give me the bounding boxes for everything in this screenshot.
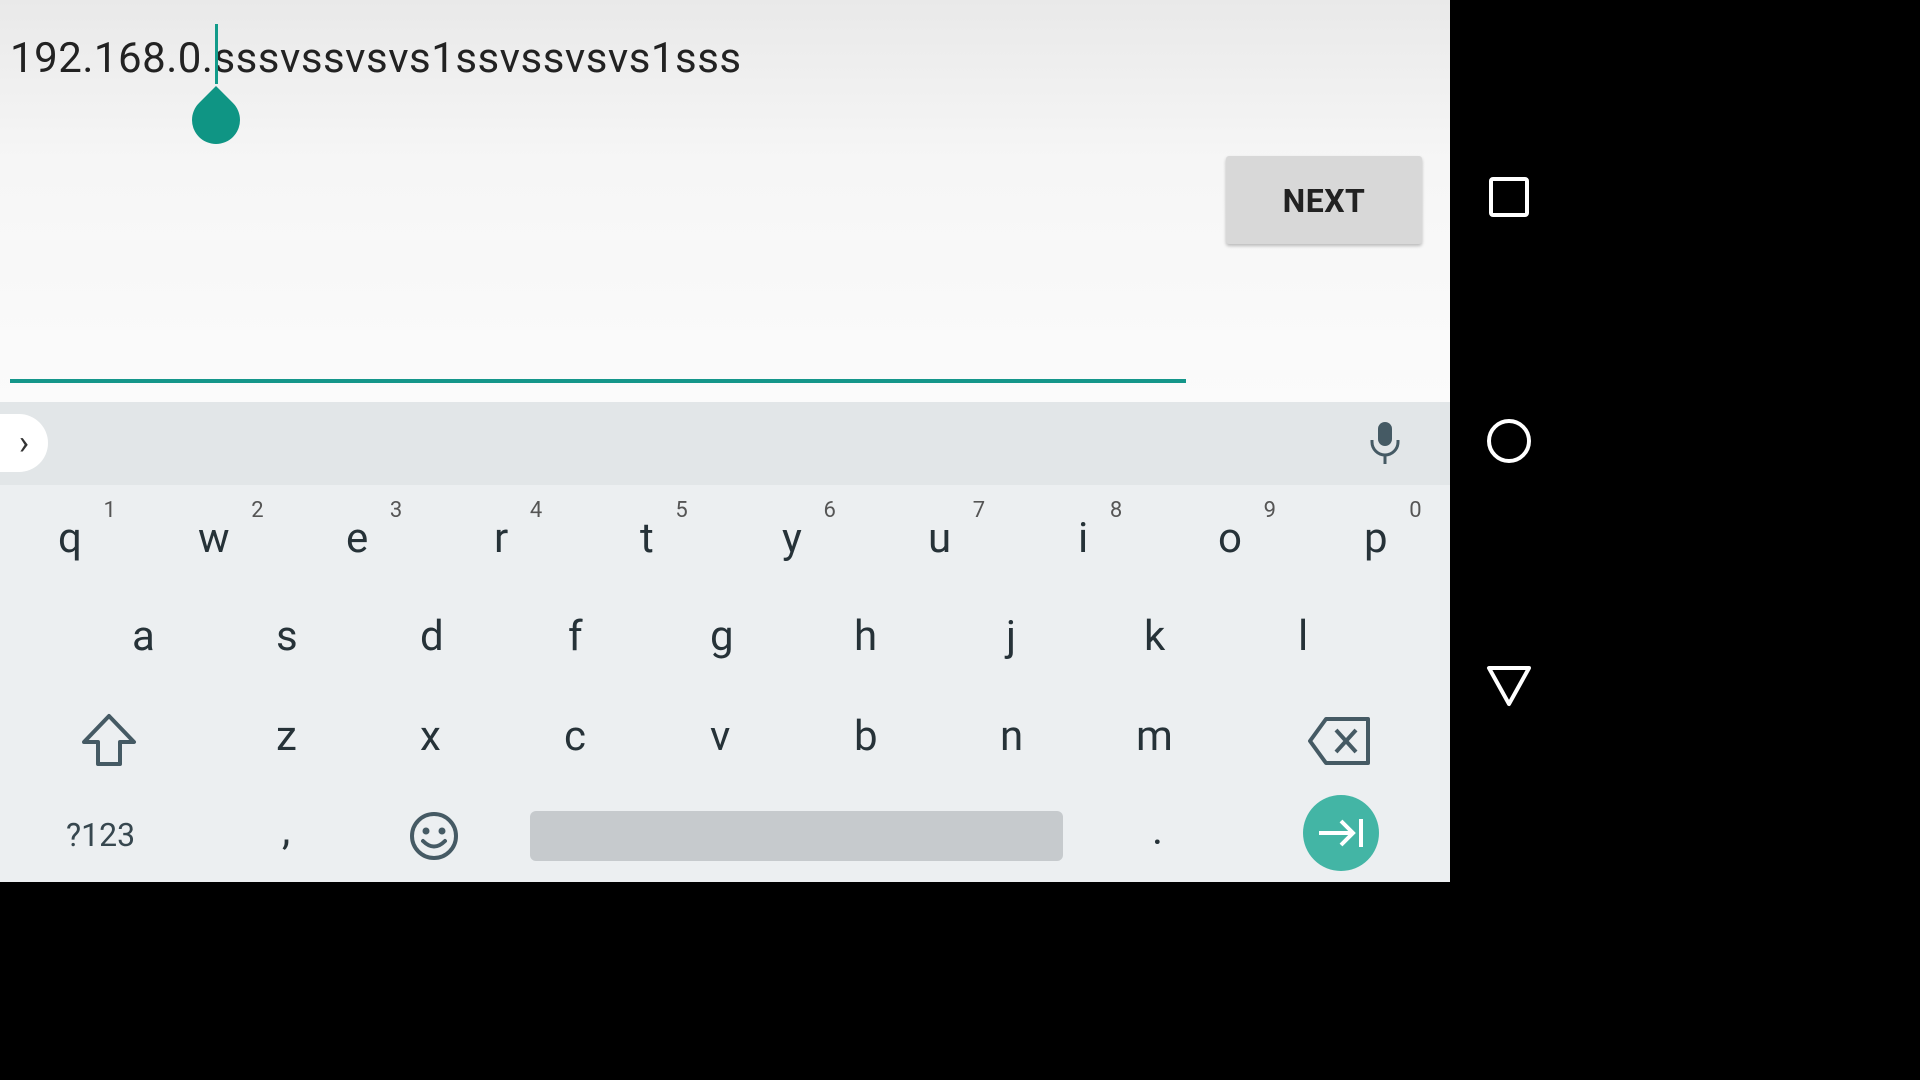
key-p[interactable]: p0 (1364, 498, 1422, 563)
key-v[interactable]: v (710, 712, 730, 761)
square-icon[interactable] (1488, 176, 1530, 218)
key-e[interactable]: e3 (346, 498, 402, 563)
key-f[interactable]: f (568, 612, 583, 661)
keyboard: › q1 w2 e3 r4 t5 y6 u7 i8 o9 p0 a s d f … (0, 402, 1450, 882)
chevron-right-icon[interactable]: › (0, 414, 48, 472)
key-g[interactable]: g (710, 612, 734, 661)
key-t[interactable]: t5 (640, 498, 688, 563)
navigation-bar (1450, 0, 1568, 882)
backspace-icon[interactable] (1308, 716, 1372, 766)
key-i[interactable]: i8 (1078, 498, 1122, 563)
app-screen: 192.168.0.sssvssvsvs1ssvssvsvs1sss NEXT … (0, 0, 1450, 882)
symbols-key[interactable]: ?123 (66, 816, 135, 854)
editor-area: 192.168.0.sssvssvsvs1ssvssvsvs1sss NEXT (0, 0, 1450, 402)
circle-icon[interactable] (1486, 418, 1532, 464)
suggestion-bar: › (0, 402, 1450, 485)
key-m[interactable]: m (1136, 712, 1173, 761)
shift-icon[interactable] (80, 712, 138, 768)
key-a[interactable]: a (132, 612, 155, 661)
key-j[interactable]: j (1006, 612, 1016, 661)
key-l[interactable]: l (1298, 612, 1308, 661)
key-c[interactable]: c (564, 712, 586, 761)
ip-address-field[interactable]: 192.168.0.sssvssvsvs1ssvssvsvs1sss (10, 34, 742, 83)
next-field-icon (1319, 819, 1363, 847)
key-w[interactable]: w2 (198, 498, 264, 563)
key-u[interactable]: u7 (928, 498, 985, 563)
key-b[interactable]: b (854, 712, 878, 761)
field-underline (10, 379, 1186, 383)
key-y[interactable]: y6 (782, 498, 836, 563)
microphone-icon[interactable] (1362, 420, 1408, 466)
key-o[interactable]: o9 (1218, 498, 1276, 563)
space-bar[interactable] (530, 811, 1063, 861)
key-z[interactable]: z (276, 712, 297, 761)
key-comma[interactable]: , (282, 806, 290, 855)
key-x[interactable]: x (420, 712, 441, 761)
key-r[interactable]: r4 (494, 498, 542, 563)
key-s[interactable]: s (276, 612, 298, 661)
key-n[interactable]: n (1000, 712, 1023, 761)
text-caret (215, 24, 218, 84)
key-q[interactable]: q1 (58, 498, 116, 563)
next-button[interactable]: NEXT (1226, 156, 1422, 244)
key-k[interactable]: k (1144, 612, 1165, 661)
caret-handle[interactable] (182, 86, 250, 154)
key-d[interactable]: d (420, 612, 444, 661)
enter-next-button[interactable] (1303, 795, 1379, 871)
key-h[interactable]: h (854, 612, 877, 661)
triangle-back-icon[interactable] (1486, 664, 1532, 708)
key-period[interactable]: . (1152, 806, 1163, 855)
emoji-icon[interactable] (408, 810, 460, 862)
